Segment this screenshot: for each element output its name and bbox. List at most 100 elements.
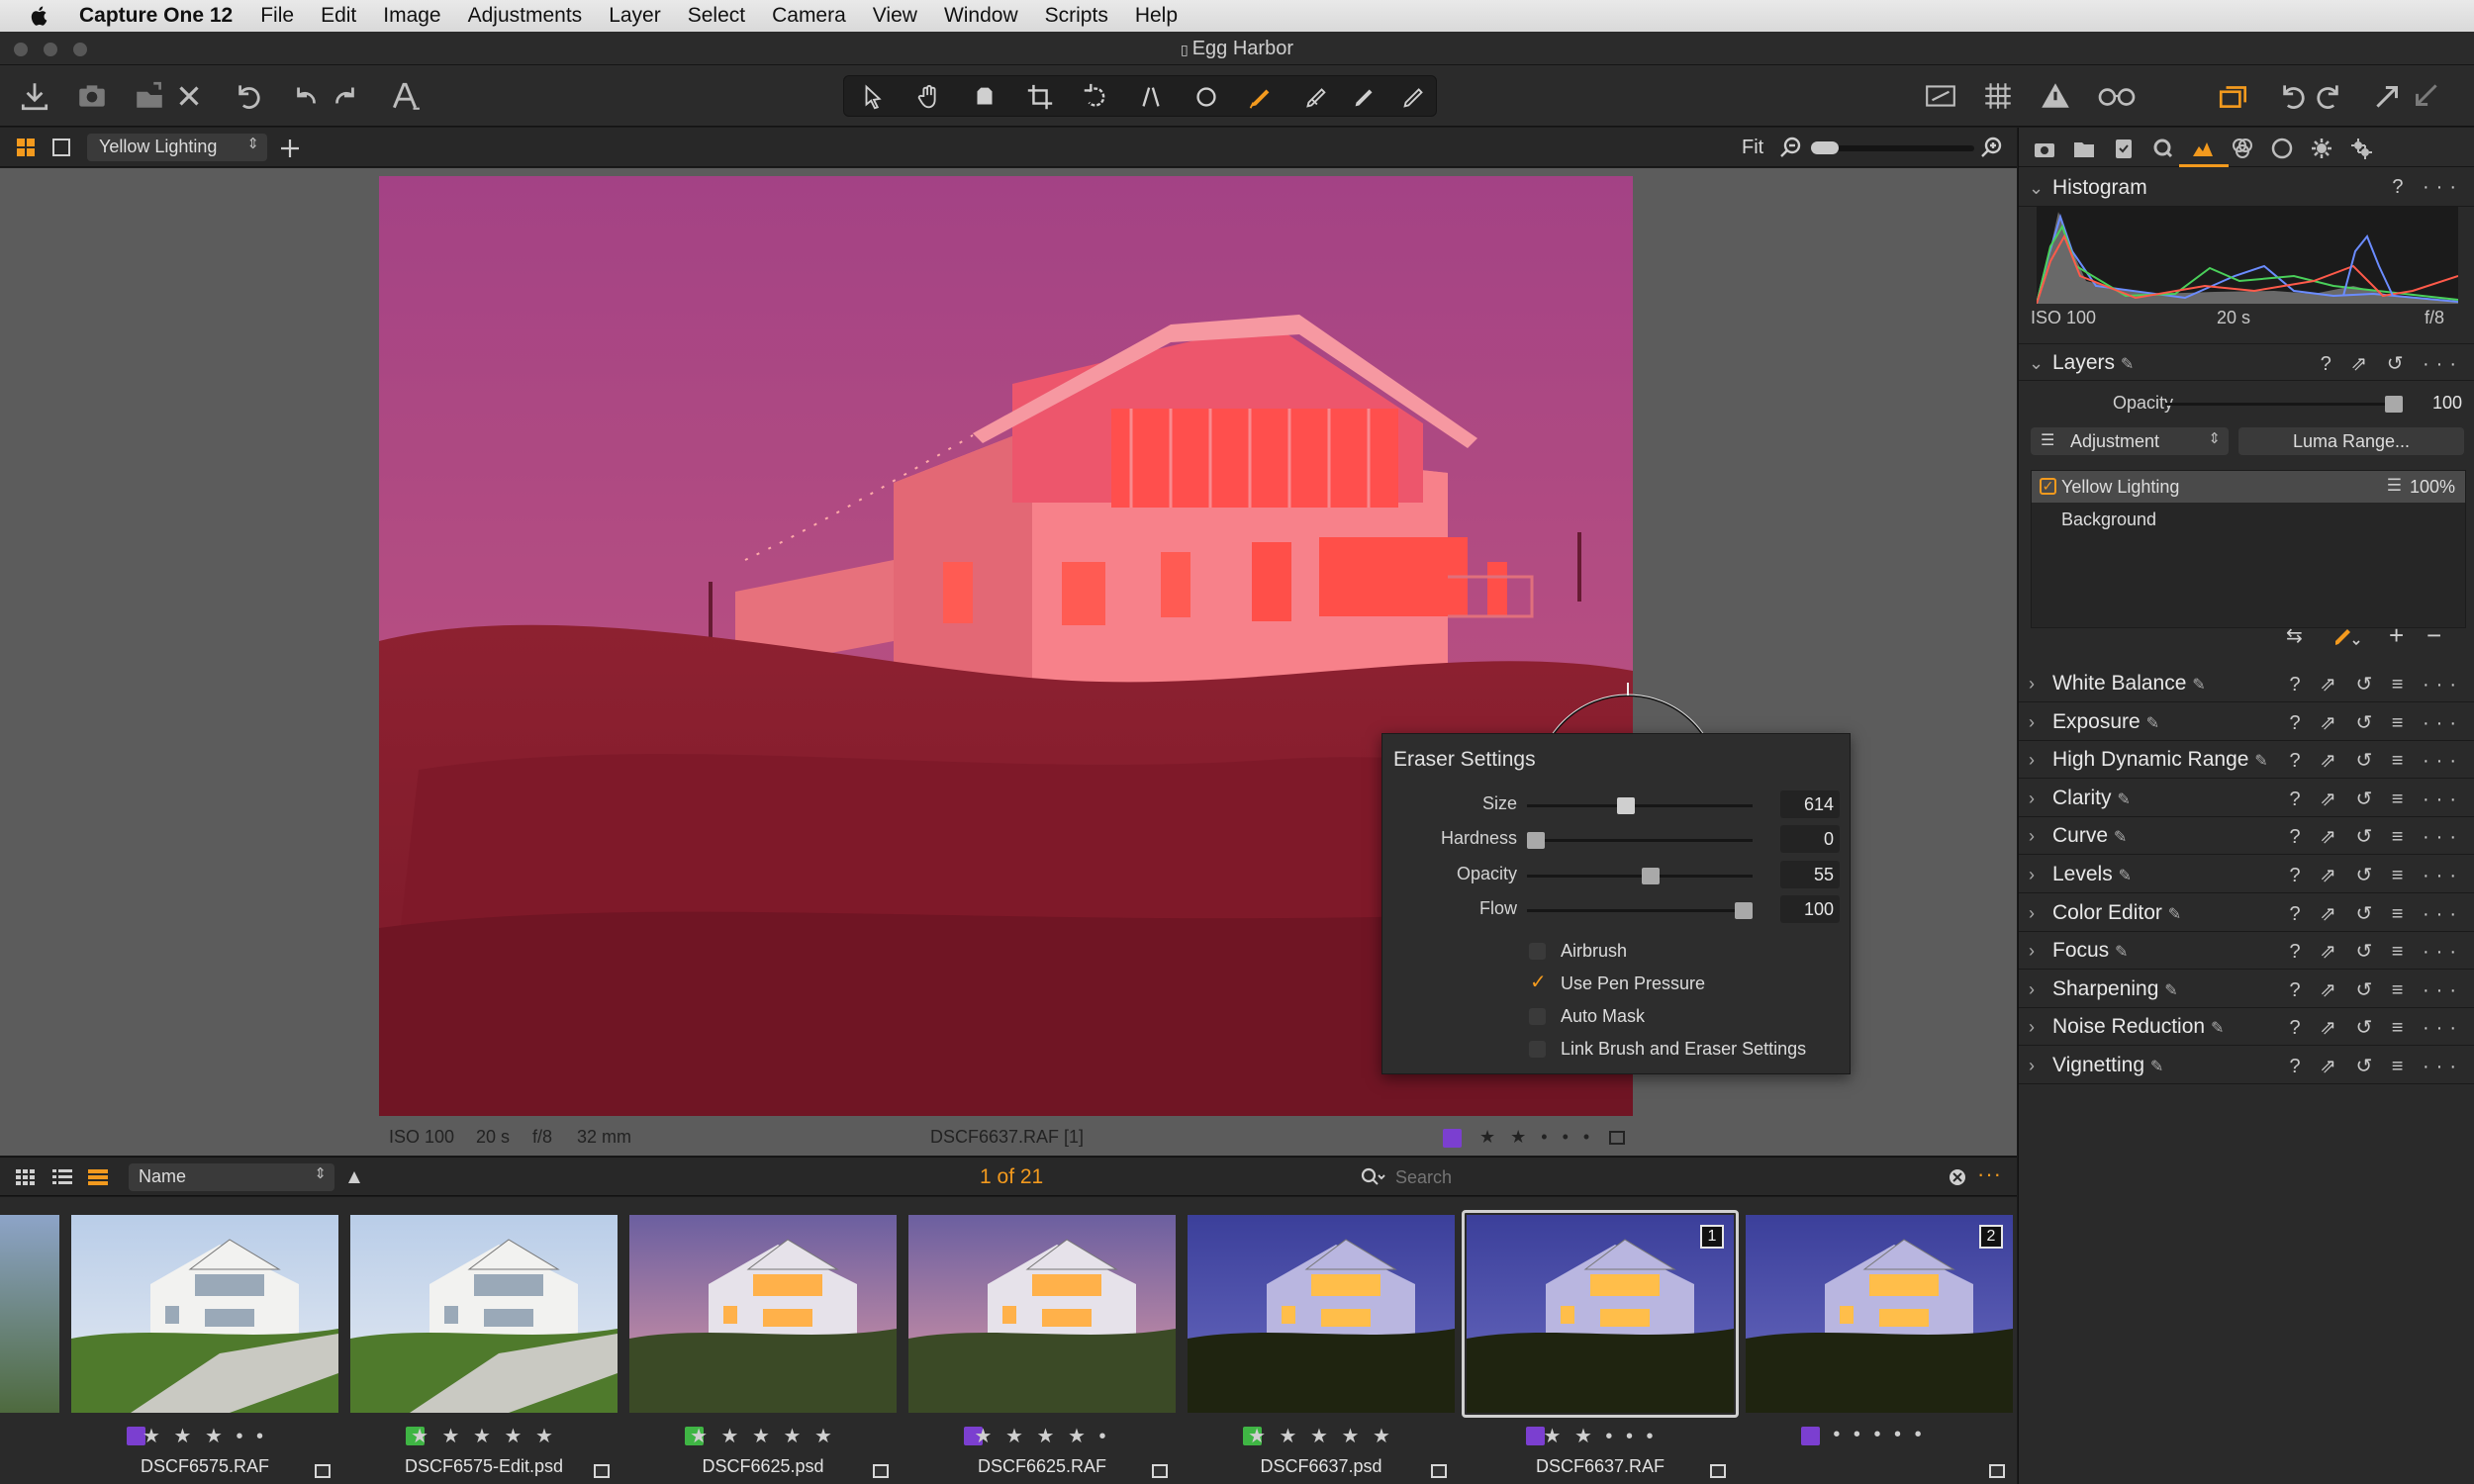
layer-opacity-track[interactable]: [2165, 403, 2393, 406]
photo-rating[interactable]: ★ ★ • • •: [1479, 1127, 1594, 1148]
add-layer-icon[interactable]: +: [2389, 620, 2404, 651]
delete-icon[interactable]: [170, 77, 208, 115]
reset-icon[interactable]: [228, 77, 265, 115]
batch-tab-icon[interactable]: [2347, 135, 2375, 162]
link-brush-checkbox[interactable]: [1529, 1041, 1546, 1058]
eraser-hardness-track[interactable]: [1527, 839, 1753, 842]
library-tab-icon[interactable]: [2070, 135, 2098, 162]
star-rating[interactable]: ★ ★ ★ ★ •: [908, 1424, 1176, 1448]
thumbnail-image[interactable]: [350, 1215, 618, 1413]
single-view-icon[interactable]: [51, 138, 71, 157]
details-tab-icon[interactable]: [2308, 135, 2335, 162]
filmstrip-thumbnail[interactable]: ★ ★ ★ ★ ★ DSCF6625.psd: [629, 1215, 897, 1484]
pan-tool-icon[interactable]: [909, 79, 949, 115]
layers-actions[interactable]: ? ⇗ ↺ ···: [2321, 351, 2463, 376]
camera-icon[interactable]: [73, 77, 111, 115]
eraser-size-handle[interactable]: [1617, 797, 1635, 814]
layer-settings-icon[interactable]: ☰: [2387, 476, 2402, 496]
search-input[interactable]: [1395, 1163, 1930, 1191]
mask-picker-icon[interactable]: [1345, 79, 1384, 115]
brush-tool-icon[interactable]: [1240, 79, 1280, 115]
layer-item-yellow-lighting[interactable]: ✓ Yellow Lighting ☰ 100%: [2032, 471, 2465, 503]
eraser-opacity-track[interactable]: [1527, 875, 1753, 878]
tool-header-clarity[interactable]: › Clarity ✎ ? ⇗ ↺ ≡ ···: [2019, 780, 2474, 817]
menu-layer[interactable]: Layer: [609, 4, 661, 28]
quick-tab-icon[interactable]: [2149, 135, 2177, 162]
tool-header-noise-reduction[interactable]: › Noise Reduction ✎ ? ⇗ ↺ ≡ ···: [2019, 1008, 2474, 1047]
eraser-flow-value[interactable]: 100: [1780, 895, 1840, 923]
auto-mask-checkbox[interactable]: [1529, 1008, 1546, 1025]
checkmark-icon[interactable]: ✓: [1530, 970, 1547, 994]
tool-header-focus[interactable]: › Focus ✎ ? ⇗ ↺ ≡ ···: [2019, 932, 2474, 971]
swap-layers-icon[interactable]: ⇆: [2286, 623, 2303, 648]
proof-margin-icon[interactable]: [1922, 77, 1959, 115]
copy-adjustments-icon[interactable]: [2215, 77, 2252, 115]
app-name-menu[interactable]: Capture One 12: [79, 4, 233, 28]
list-view-icon[interactable]: [51, 1167, 73, 1187]
select-tool-icon[interactable]: [854, 79, 894, 115]
filmstrip-thumbnail[interactable]: ★ ★ ★ ★ • DSCF6625.RAF: [908, 1215, 1176, 1484]
crop-tool-icon[interactable]: [1020, 79, 1060, 115]
add-variant-icon[interactable]: [279, 138, 301, 159]
filmstrip-thumbnail[interactable]: ★ ★ ★ ★ ★ DSCF6637.psd: [1188, 1215, 1455, 1484]
menu-file[interactable]: File: [260, 4, 294, 28]
remove-layer-icon[interactable]: −: [2426, 620, 2441, 651]
menu-scripts[interactable]: Scripts: [1045, 4, 1108, 28]
eraser-hardness-value[interactable]: 0: [1780, 825, 1840, 853]
auto-mask-checkbox-row[interactable]: Auto Mask: [1529, 1002, 1846, 1032]
layers-header[interactable]: ⌄ Layers ✎ ? ⇗ ↺ ···: [2019, 343, 2474, 381]
tool-header-white-balance[interactable]: › White Balance ✎ ? ⇗ ↺ ≡ ···: [2019, 665, 2474, 702]
tool-header-exposure[interactable]: › Exposure ✎ ? ⇗ ↺ ≡ ···: [2019, 703, 2474, 741]
eraser-flow-handle[interactable]: [1735, 902, 1753, 919]
menu-adjustments[interactable]: Adjustments: [468, 4, 583, 28]
eraser-hardness-handle[interactable]: [1527, 832, 1545, 849]
rotate-right-icon[interactable]: [2312, 77, 2349, 115]
spot-removal-icon[interactable]: [1187, 79, 1226, 115]
menu-help[interactable]: Help: [1135, 4, 1178, 28]
pen-pressure-checkbox-row[interactable]: ✓ Use Pen Pressure: [1529, 970, 1846, 999]
layer-opacity-handle[interactable]: [2385, 396, 2403, 413]
tool-actions[interactable]: ? ⇗ ↺ ≡ ···: [2289, 863, 2463, 887]
sort-select[interactable]: Name ⇕: [129, 1163, 334, 1191]
menu-edit[interactable]: Edit: [321, 4, 356, 28]
apply-adjustments-icon[interactable]: [2369, 77, 2407, 115]
zoom-out-icon[interactable]: [1779, 136, 1803, 159]
gradient-tool-icon[interactable]: [1295, 79, 1335, 115]
star-rating[interactable]: ★ ★ ★ • •: [71, 1424, 338, 1448]
eraser-opacity-handle[interactable]: [1642, 868, 1660, 884]
menu-camera[interactable]: Camera: [772, 4, 846, 28]
eraser-opacity-value[interactable]: 55: [1780, 861, 1840, 888]
menu-view[interactable]: View: [873, 4, 917, 28]
filmstrip-thumbnail[interactable]: ★ ★ ★ ★ ★ DSCF6575-Edit.psd: [350, 1215, 618, 1484]
exposure-tab-icon[interactable]: [2189, 135, 2217, 162]
star-rating[interactable]: ★ ★ ★ ★ ★: [1188, 1424, 1455, 1448]
star-rating[interactable]: ★ ★ ★ ★ ★: [629, 1424, 897, 1448]
thumbnail-image[interactable]: [1746, 1215, 2013, 1413]
menu-image[interactable]: Image: [383, 4, 440, 28]
tool-actions[interactable]: ? ⇗ ↺ ≡ ···: [2289, 748, 2463, 773]
layer-type-select[interactable]: ☰ Adjustment ⇕: [2031, 427, 2229, 455]
thumbnail-image[interactable]: [71, 1215, 338, 1413]
thumbnail-image[interactable]: [908, 1215, 1176, 1413]
multi-view-icon[interactable]: [16, 138, 36, 157]
text-tool-icon[interactable]: [386, 77, 424, 115]
grid-view-icon[interactable]: [15, 1167, 37, 1187]
variant-select[interactable]: Yellow Lighting ⇕: [87, 134, 267, 161]
layer-visibility-checkbox[interactable]: ✓: [2040, 478, 2056, 495]
tool-header-levels[interactable]: › Levels ✎ ? ⇗ ↺ ≡ ···: [2019, 856, 2474, 893]
filmstrip-thumbnail[interactable]: ★ ★ ★ • • DSCF6575.RAF: [71, 1215, 338, 1484]
rotate-left-icon[interactable]: [2272, 77, 2310, 115]
import-icon[interactable]: [16, 77, 53, 115]
rotate-tool-icon[interactable]: [1076, 79, 1115, 115]
histogram-actions[interactable]: ? ···: [2392, 176, 2463, 199]
filmstrip-view-icon[interactable]: [87, 1167, 109, 1187]
search-box[interactable]: [1356, 1163, 1969, 1191]
eraser-flow-track[interactable]: [1527, 909, 1753, 912]
tool-actions[interactable]: ? ⇗ ↺ ≡ ···: [2289, 901, 2463, 926]
keystone-tool-icon[interactable]: [1131, 79, 1171, 115]
tool-header-vignetting[interactable]: › Vignetting ✎ ? ⇗ ↺ ≡ ···: [2019, 1047, 2474, 1084]
airbrush-checkbox[interactable]: [1529, 943, 1546, 960]
star-rating[interactable]: ★ ★ ★ ★ ★: [350, 1424, 618, 1448]
filmstrip-thumbnail[interactable]: 2 • • • • •: [1746, 1215, 2013, 1484]
star-rating[interactable]: ★ ★ • • •: [1467, 1424, 1734, 1448]
